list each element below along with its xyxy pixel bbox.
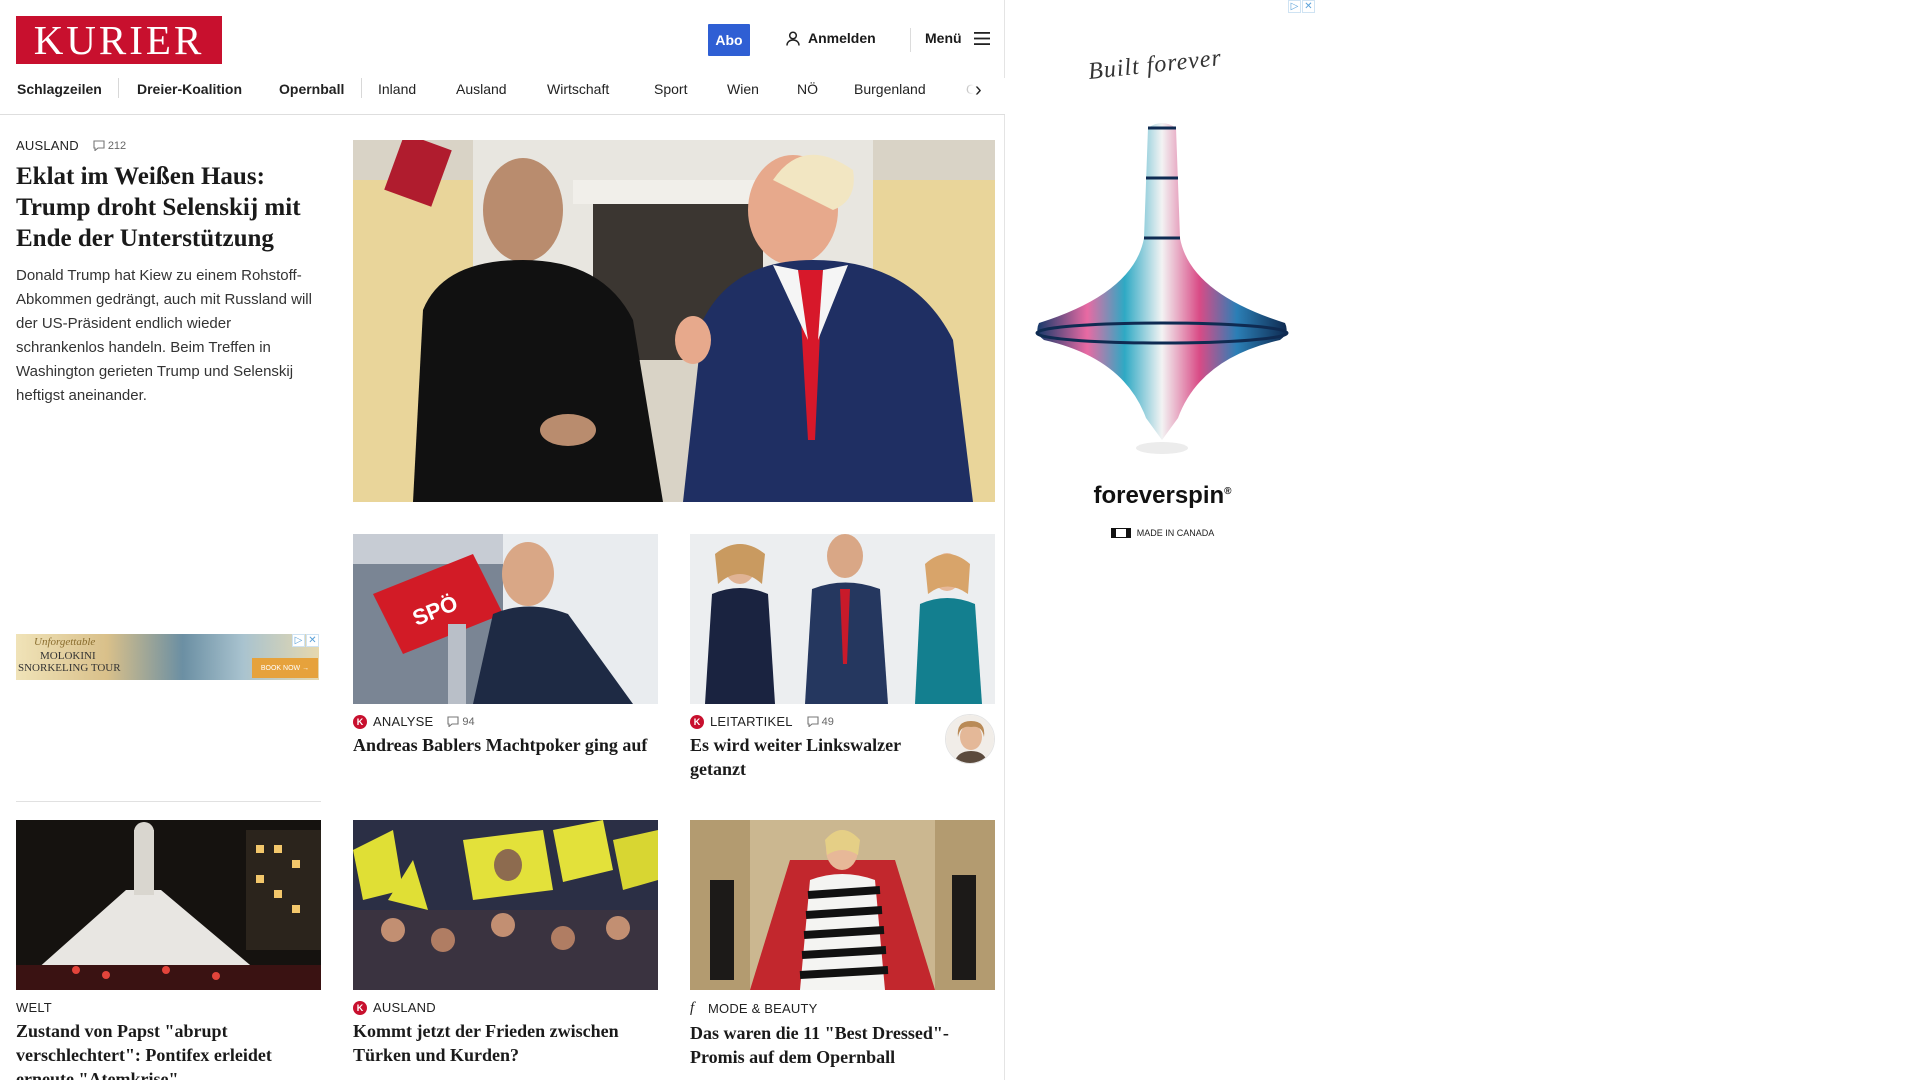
ad-tagline: Built forever xyxy=(1086,45,1224,85)
ad-close-icon[interactable]: ✕ xyxy=(306,634,319,647)
article-card-papst: WELT Zustand von Papst "abrupt verschlec… xyxy=(16,1000,319,1080)
molokini-ad-banner[interactable]: Unforgettable MOLOKINI SNORKELING TOUR B… xyxy=(16,634,319,680)
article-card-leitartikel: K LEITARTIKEL 49 Es wird weiter Linkswal… xyxy=(690,714,935,781)
nav-item-inland[interactable]: Inland xyxy=(378,81,416,97)
abo-button[interactable]: Abo xyxy=(708,24,750,56)
card-category[interactable]: AUSLAND xyxy=(373,1000,436,1015)
ad-line-1: MOLOKINI xyxy=(40,650,96,662)
card-headline[interactable]: Es wird weiter Linkswalzer getanzt xyxy=(690,733,935,781)
spinning-top-graphic xyxy=(1035,123,1289,454)
lead-category[interactable]: AUSLAND xyxy=(16,138,79,153)
login-button[interactable]: Anmelden xyxy=(786,30,876,46)
politicians-photo xyxy=(690,534,995,704)
card-comments[interactable]: 49 xyxy=(807,716,834,728)
kurier-logo[interactable]: KURIER xyxy=(16,16,222,64)
ad-brand-name: foreverspin® xyxy=(1093,482,1232,509)
card-image-kurden[interactable] xyxy=(353,820,658,990)
card-kicker: K ANALYSE 94 xyxy=(353,714,656,729)
nav-item-opernball[interactable]: Opernball xyxy=(279,81,344,97)
comment-icon xyxy=(807,716,819,727)
card-image-papst[interactable] xyxy=(16,820,321,990)
card-image-babler[interactable]: SPÖ xyxy=(353,534,658,704)
login-label: Anmelden xyxy=(808,30,876,46)
ad-line-2: SNORKELING TOUR xyxy=(18,662,121,674)
card-kicker: K AUSLAND xyxy=(353,1000,656,1015)
article-card-babler: K ANALYSE 94 Andreas Bablers Machtpoker … xyxy=(353,714,656,757)
author-photo xyxy=(946,715,994,763)
card-category[interactable]: ANALYSE xyxy=(373,714,433,729)
card-comment-count: 94 xyxy=(462,715,475,728)
section-divider xyxy=(16,801,321,802)
freizeit-icon: f xyxy=(690,1000,695,1016)
foreverspin-ad[interactable]: ▷ ✕ Built forever foreverspin® MADE IN C… xyxy=(1010,0,1315,610)
ad-choices[interactable]: ▷ ✕ xyxy=(292,634,319,647)
hamburger-icon xyxy=(973,31,990,45)
ad-choices[interactable]: ▷ ✕ xyxy=(1288,0,1315,13)
ad-made-in-text: MADE IN CANADA xyxy=(1136,528,1215,538)
kurier-plus-icon: K xyxy=(353,1000,367,1015)
opernball-photo xyxy=(690,820,995,990)
lead-headline[interactable]: Eklat im Weißen Haus: Trump droht Selens… xyxy=(16,161,321,254)
article-card-kurden: K AUSLAND Kommt jetzt der Frieden zwisch… xyxy=(353,1000,656,1067)
card-category[interactable]: LEITARTIKEL xyxy=(710,714,793,729)
ad-brand-text: foreverspin xyxy=(1093,482,1225,509)
card-comments[interactable]: 94 xyxy=(447,715,475,728)
babler-photo: SPÖ xyxy=(353,534,658,704)
kurier-plus-icon: K xyxy=(353,714,367,729)
nav-item-wien[interactable]: Wien xyxy=(727,81,759,97)
lead-comment-count: 212 xyxy=(107,139,127,152)
ad-info-icon[interactable]: ▷ xyxy=(1288,0,1301,13)
lead-photo xyxy=(353,140,995,502)
logo-text: KURIER xyxy=(33,17,205,63)
card-headline[interactable]: Das waren die 11 "Best Dressed"-Promis a… xyxy=(690,1021,993,1069)
lead-article: AUSLAND 212 Eklat im Weißen Haus: Trump … xyxy=(16,138,321,408)
comment-icon xyxy=(447,716,459,727)
card-headline[interactable]: Andreas Bablers Machtpoker ging auf xyxy=(353,733,656,757)
lead-comments[interactable]: 212 xyxy=(93,140,126,152)
card-headline[interactable]: Zustand von Papst "abrupt verschlechtert… xyxy=(16,1019,319,1080)
papst-vigil-photo xyxy=(16,820,321,990)
lead-teaser[interactable]: Donald Trump hat Kiew zu einem Rohstoff-… xyxy=(16,264,321,408)
canada-flag-icon xyxy=(1110,528,1131,538)
comment-icon xyxy=(93,140,105,151)
nav-item-noe[interactable]: NÖ xyxy=(797,81,818,97)
card-headline[interactable]: Kommt jetzt der Frieden zwischen Türken … xyxy=(353,1019,656,1067)
nav-item-wirtschaft[interactable]: Wirtschaft xyxy=(547,81,609,97)
author-avatar[interactable] xyxy=(945,714,995,764)
nav-separator xyxy=(118,78,119,98)
kurdish-rally-photo xyxy=(353,820,658,990)
section-nav: Schlagzeilen Dreier-Koalition Opernball … xyxy=(0,78,1005,115)
card-kicker: f MODE & BEAUTY xyxy=(690,1000,993,1017)
card-category[interactable]: MODE & BEAUTY xyxy=(708,1001,818,1016)
ad-info-icon[interactable]: ▷ xyxy=(292,634,305,647)
ad-close-icon[interactable]: ✕ xyxy=(1302,0,1315,13)
nav-item-burgenland[interactable]: Burgenland xyxy=(854,81,926,97)
ad-script-text: Unforgettable xyxy=(34,636,96,648)
card-image-leitartikel[interactable] xyxy=(690,534,995,704)
header-divider xyxy=(910,28,911,52)
card-category[interactable]: WELT xyxy=(16,1000,52,1015)
nav-separator xyxy=(361,78,362,98)
article-card-opernball: f MODE & BEAUTY Das waren die 11 "Best D… xyxy=(690,1000,993,1069)
card-kicker: K LEITARTIKEL 49 xyxy=(690,714,935,729)
nav-item-sport[interactable]: Sport xyxy=(654,81,687,97)
card-kicker: WELT xyxy=(16,1000,319,1015)
menu-button[interactable]: Menü xyxy=(925,30,990,46)
nav-item-dreier-koalition[interactable]: Dreier-Koalition xyxy=(137,81,242,97)
chevron-right-icon[interactable]: › xyxy=(975,79,982,102)
card-comment-count: 49 xyxy=(821,715,834,728)
kurier-plus-icon: K xyxy=(690,714,704,729)
user-icon xyxy=(786,30,800,46)
lead-image[interactable] xyxy=(353,140,995,502)
nav-item-ausland[interactable]: Ausland xyxy=(456,81,507,97)
book-now-button[interactable]: BOOK NOW → xyxy=(252,658,318,678)
nav-item-schlagzeilen[interactable]: Schlagzeilen xyxy=(17,81,102,97)
news-site: KURIER Abo Anmelden Menü Schlagzeilen Dr… xyxy=(0,0,1005,1080)
lead-kicker: AUSLAND 212 xyxy=(16,138,321,153)
menu-label: Menü xyxy=(925,30,962,46)
card-image-opernball[interactable] xyxy=(690,820,995,990)
ad-made-in: MADE IN CANADA xyxy=(1010,528,1315,538)
